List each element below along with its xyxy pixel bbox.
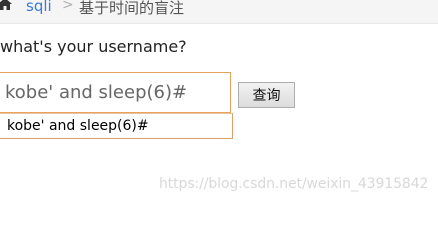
username-input[interactable] <box>0 72 231 113</box>
breadcrumb: sqli > 基于时间的盲注 <box>0 0 438 24</box>
breadcrumb-link-sqli[interactable]: sqli <box>26 0 52 15</box>
username-question-label: what's your username? <box>0 37 187 56</box>
breadcrumb-current-page: 基于时间的盲注 <box>79 0 185 17</box>
breadcrumb-separator: > <box>62 0 74 13</box>
home-icon[interactable] <box>0 0 12 10</box>
autocomplete-suggestion[interactable]: kobe' and sleep(6)# <box>7 118 149 134</box>
watermark-text: https://blog.csdn.net/weixin_43915842 <box>159 176 429 192</box>
query-button[interactable]: 查询 <box>238 82 295 108</box>
autocomplete-dropdown: kobe' and sleep(6)# <box>0 113 233 139</box>
